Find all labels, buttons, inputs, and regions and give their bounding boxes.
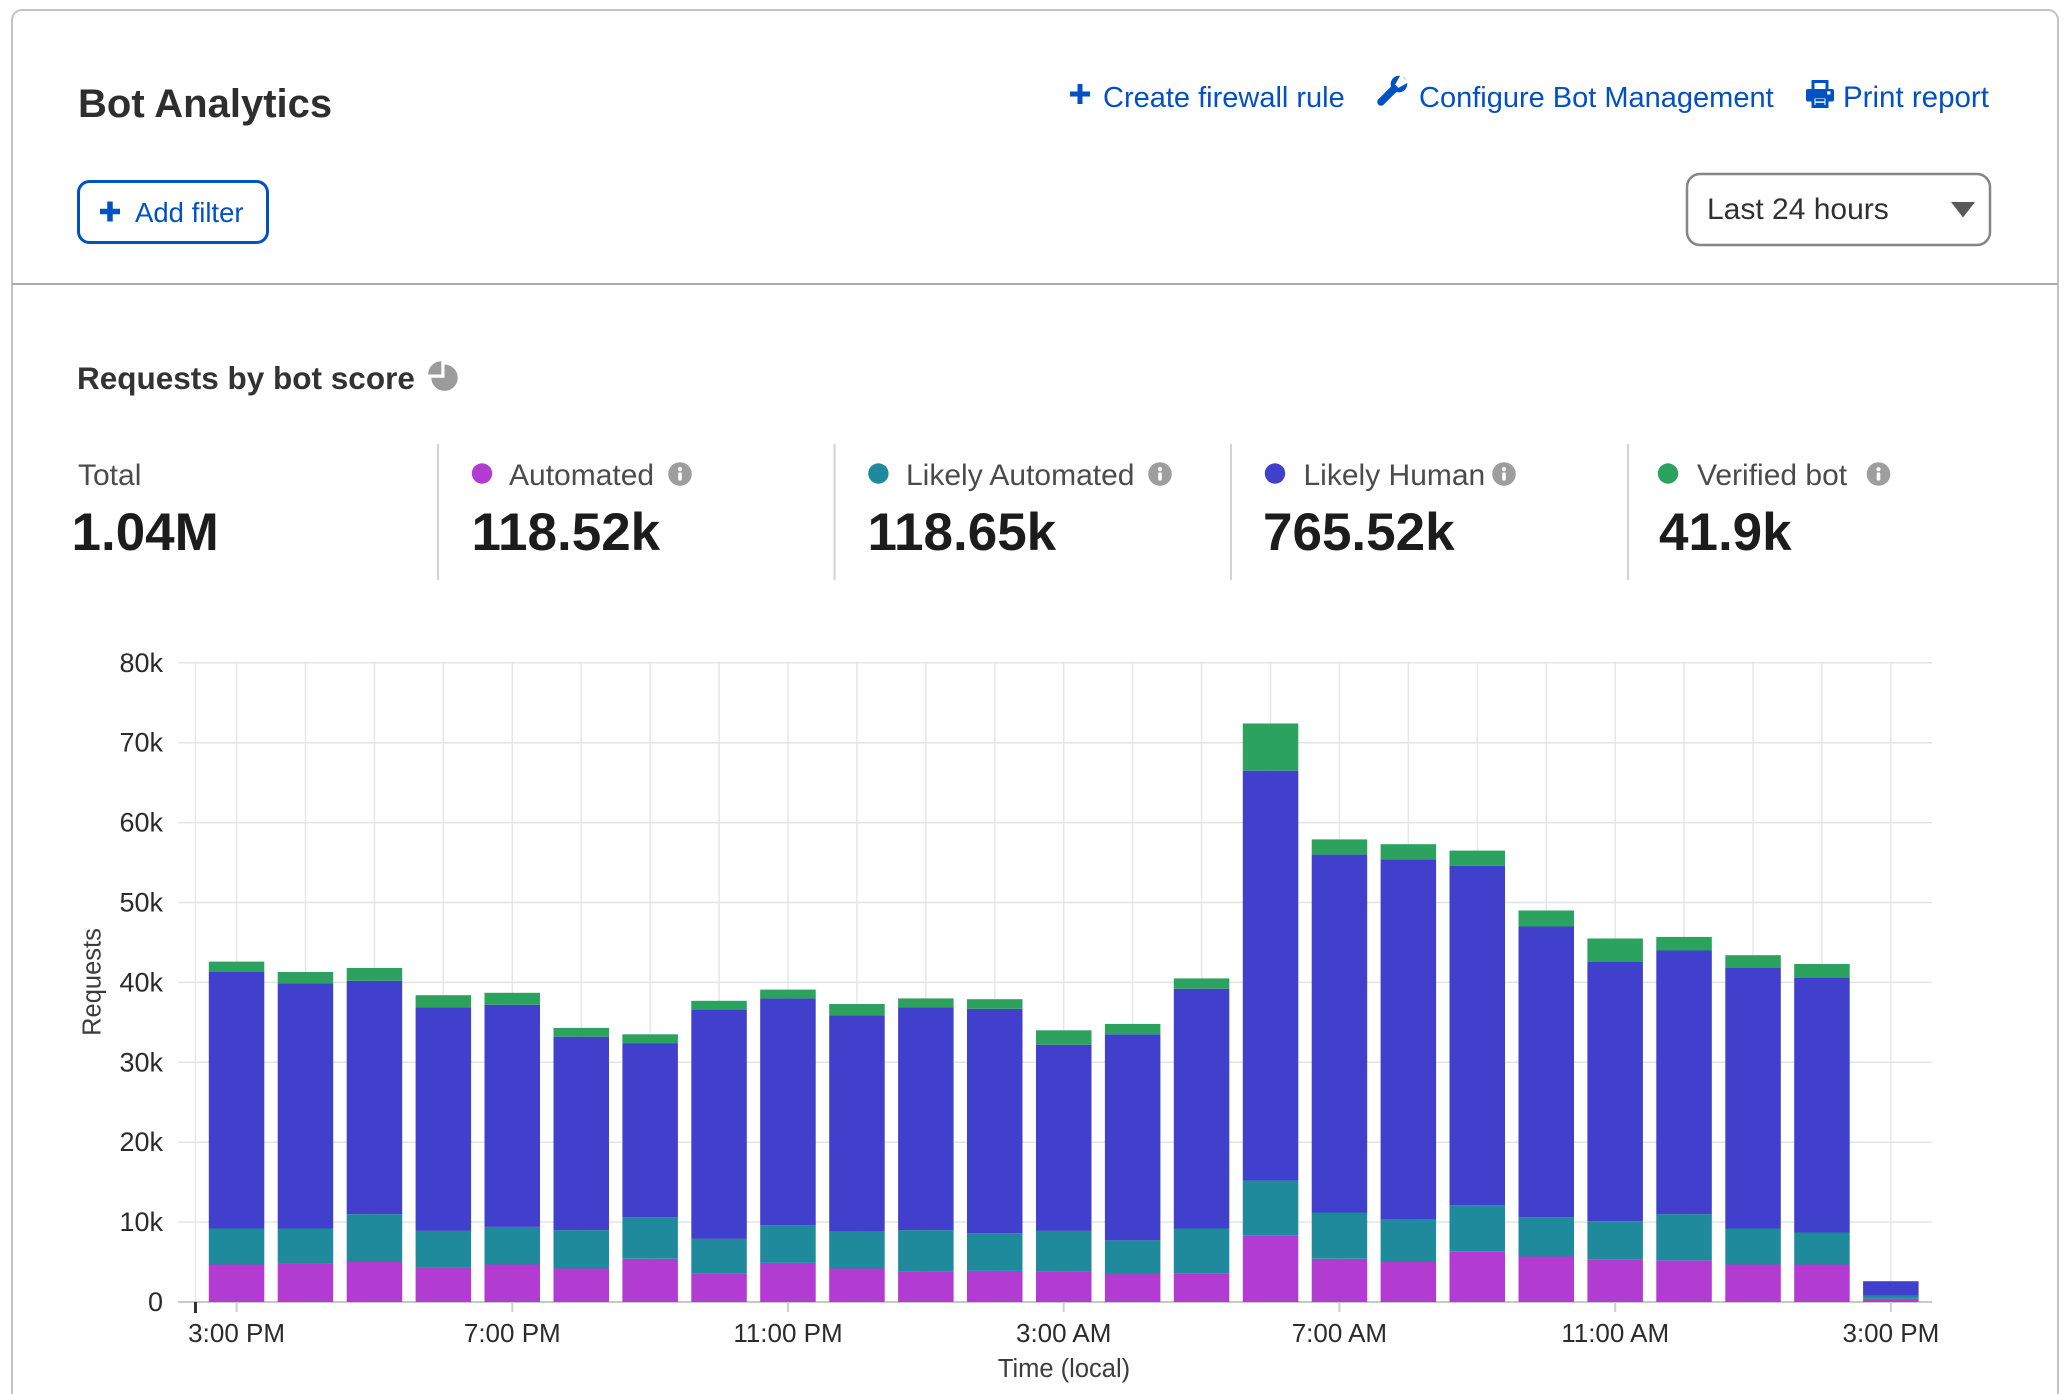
svg-text:Automated: Automated (509, 459, 654, 492)
svg-text:Print report: Print report (1843, 81, 1989, 114)
svg-text:50k: 50k (119, 888, 163, 918)
svg-text:Total: Total (78, 459, 141, 492)
svg-text:11:00 AM: 11:00 AM (1561, 1318, 1669, 1348)
svg-text:Requests by bot score: Requests by bot score (77, 360, 415, 396)
svg-text:Verified bot: Verified bot (1697, 459, 1848, 492)
svg-text:20k: 20k (119, 1127, 163, 1157)
svg-text:Likely Human: Likely Human (1304, 459, 1486, 492)
svg-text:Create firewall rule: Create firewall rule (1103, 82, 1345, 114)
svg-text:Time (local): Time (local) (998, 1355, 1130, 1383)
svg-text:3:00 PM: 3:00 PM (1842, 1318, 1939, 1348)
svg-text:3:00 PM: 3:00 PM (188, 1318, 285, 1348)
svg-text:80k: 80k (119, 648, 163, 678)
svg-text:118.65k: 118.65k (868, 503, 1057, 562)
svg-text:0: 0 (148, 1287, 163, 1317)
svg-text:7:00 PM: 7:00 PM (464, 1318, 561, 1348)
svg-text:70k: 70k (119, 728, 163, 758)
svg-text:3:00 AM: 3:00 AM (1016, 1318, 1111, 1348)
svg-text:118.52k: 118.52k (472, 503, 661, 562)
svg-text:Configure Bot Management: Configure Bot Management (1419, 82, 1774, 114)
svg-text:765.52k: 765.52k (1263, 503, 1455, 562)
svg-text:Last 24 hours: Last 24 hours (1707, 193, 1889, 226)
svg-text:Requests: Requests (79, 928, 107, 1036)
svg-text:30k: 30k (119, 1047, 163, 1077)
svg-text:Add filter: Add filter (135, 197, 244, 228)
svg-text:Bot Analytics: Bot Analytics (78, 82, 332, 126)
svg-text:60k: 60k (119, 808, 163, 838)
svg-text:40k: 40k (119, 967, 163, 997)
svg-text:10k: 10k (119, 1207, 163, 1237)
svg-text:7:00 AM: 7:00 AM (1292, 1318, 1387, 1348)
svg-text:Likely Automated: Likely Automated (906, 459, 1134, 492)
svg-text:1.04M: 1.04M (72, 503, 219, 562)
svg-text:11:00 PM: 11:00 PM (733, 1318, 842, 1348)
svg-text:41.9k: 41.9k (1659, 503, 1792, 562)
